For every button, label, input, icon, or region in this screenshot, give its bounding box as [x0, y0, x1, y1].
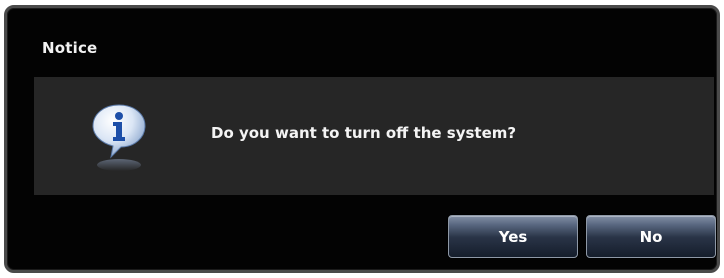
- yes-button[interactable]: Yes: [448, 215, 578, 258]
- no-button[interactable]: No: [586, 215, 716, 258]
- message-panel: Do you want to turn off the system?: [34, 77, 714, 195]
- message-text: Do you want to turn off the system?: [211, 124, 517, 142]
- dialog-title: Notice: [42, 39, 98, 57]
- info-icon: [92, 104, 146, 171]
- notice-dialog: Notice Do you want to turn off the syste…: [4, 5, 720, 273]
